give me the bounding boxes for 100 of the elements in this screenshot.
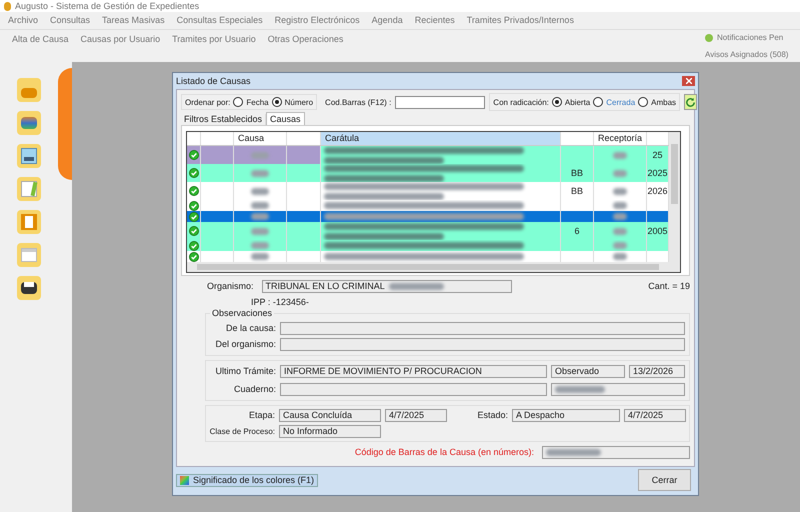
redacted-text [251, 188, 269, 194]
table-row[interactable] [187, 211, 669, 222]
menu-item[interactable]: Tareas Masivas [102, 15, 165, 26]
tab[interactable]: Causas [266, 112, 305, 125]
redacted-text [251, 152, 269, 158]
text-field[interactable] [280, 338, 685, 351]
text-field[interactable]: A Despacho [512, 409, 620, 422]
side-tab[interactable] [58, 68, 72, 180]
redacted-text [251, 242, 269, 249]
text-field[interactable]: 13/2/2026 [629, 365, 685, 378]
toolbar-tab[interactable]: Tramites por Usuario [172, 34, 256, 45]
radio-label: Número [284, 96, 314, 108]
check-icon [188, 168, 198, 178]
redacted-text [613, 213, 627, 220]
menu-item[interactable]: Consultas [50, 15, 90, 26]
check-icon [188, 240, 198, 250]
notices-link[interactable]: Avisos Asignados (508) [705, 49, 800, 60]
toolbar-tab[interactable]: Causas por Usuario [80, 34, 160, 45]
menu-item[interactable]: Archivo [8, 15, 38, 26]
menu-item[interactable]: Registro Electrónicos [274, 15, 360, 26]
radio-button[interactable] [233, 97, 244, 107]
order-label: Ordenar por: [185, 96, 230, 108]
table-row[interactable]: BB 2026 [187, 182, 669, 200]
text-field[interactable] [280, 322, 685, 335]
vertical-scrollbar[interactable] [669, 132, 680, 272]
field-label: Ultimo Trámite: [214, 366, 276, 377]
barcode-causa-field[interactable] [542, 446, 690, 459]
refresh-icon [685, 96, 696, 108]
redacted-text [613, 228, 627, 234]
check-icon [188, 150, 198, 160]
toolbar-tab[interactable]: Otras Operaciones [268, 34, 344, 45]
close-button[interactable] [682, 76, 695, 86]
redacted-text [251, 170, 269, 176]
field-label: Estado: [477, 410, 508, 421]
table-cell: BB [570, 168, 583, 178]
radio-button[interactable] [272, 97, 282, 107]
text-field[interactable]: Causa Concluída [279, 409, 381, 422]
check-icon [188, 186, 198, 196]
table-row[interactable]: 25 [187, 146, 669, 164]
redacted-text [251, 228, 269, 234]
calendar-icon[interactable] [17, 243, 41, 267]
table-row[interactable]: 6 2005 [187, 222, 669, 240]
radio-label: Cerrada [606, 96, 636, 108]
text-field[interactable]: No Informado [279, 425, 381, 438]
table-cell: 6 [574, 226, 580, 236]
radio-button[interactable] [552, 97, 562, 107]
menu-item[interactable]: Tramites Privados/Internos [466, 15, 574, 26]
table-row[interactable] [187, 200, 669, 211]
toolbar-tab[interactable]: Alta de Causa [12, 34, 69, 45]
refresh-button[interactable] [684, 94, 698, 110]
field-label: Clase de Proceso: [209, 426, 275, 437]
barcode-causa-label: Código de Barras de la Causa (en números): [354, 447, 534, 458]
redacted-text [613, 188, 627, 194]
close-icon [686, 78, 692, 84]
text-field[interactable]: Observado [551, 365, 625, 378]
redacted-text [251, 253, 269, 260]
count-label: Cant. = 19 [648, 281, 690, 292]
group-title: Observaciones [210, 308, 274, 319]
pencil-document-icon[interactable] [17, 177, 41, 201]
text-field[interactable]: INFORME DE MOVIMIENTO P/ PROCURACION [280, 365, 547, 378]
book-icon[interactable] [17, 111, 41, 135]
colors-button[interactable]: Significado de los colores (F1) [176, 474, 318, 486]
radio-label: Abierta [564, 96, 590, 108]
organismo-field[interactable]: TRIBUNAL EN LO CRIMINAL [262, 280, 512, 293]
text-field[interactable]: 4/7/2025 [624, 409, 686, 422]
document-icon[interactable] [17, 210, 41, 234]
field-label: Del organismo: [214, 339, 276, 350]
redacted-text [613, 253, 627, 260]
window-icon[interactable] [17, 144, 41, 168]
radio-button[interactable] [593, 97, 604, 107]
organismo-label: Organismo: [207, 281, 254, 292]
menu-item[interactable]: Consultas Especiales [176, 15, 263, 26]
menu-item[interactable]: Agenda [372, 15, 403, 26]
field-label: Cuaderno: [232, 384, 276, 395]
table-cell: 2026 [647, 186, 668, 196]
menu-item[interactable]: Recientes [414, 15, 455, 26]
table-row[interactable] [187, 251, 669, 262]
check-icon [188, 252, 198, 262]
horizontal-scrollbar[interactable] [187, 262, 669, 272]
barcode-field[interactable] [395, 96, 486, 108]
table-cell: BB [570, 186, 583, 196]
check-icon [188, 200, 198, 210]
text-field[interactable] [280, 383, 547, 396]
notifications-link[interactable]: Notificaciones Pen [717, 32, 784, 43]
redacted-text [555, 386, 605, 393]
app-logo-icon [4, 2, 11, 10]
radio-button[interactable] [638, 97, 648, 107]
text-field[interactable] [551, 383, 685, 396]
table-row[interactable]: BB 2025 [187, 164, 669, 182]
radio-label: Ambas [651, 96, 676, 108]
text-field[interactable]: 4/7/2025 [385, 409, 447, 422]
redacted-text [388, 283, 444, 290]
printer-icon[interactable] [17, 276, 41, 300]
box-icon[interactable] [17, 78, 41, 102]
dialog-title: Listado de Causas [176, 76, 251, 86]
close-dialog-button[interactable]: Cerrar [638, 469, 691, 491]
column-header[interactable]: Carátula [321, 132, 561, 145]
window-title: Augusto - Sistema de Gestión de Expedientes [15, 0, 200, 12]
table-row[interactable] [187, 240, 669, 251]
redacted-text [613, 152, 627, 158]
